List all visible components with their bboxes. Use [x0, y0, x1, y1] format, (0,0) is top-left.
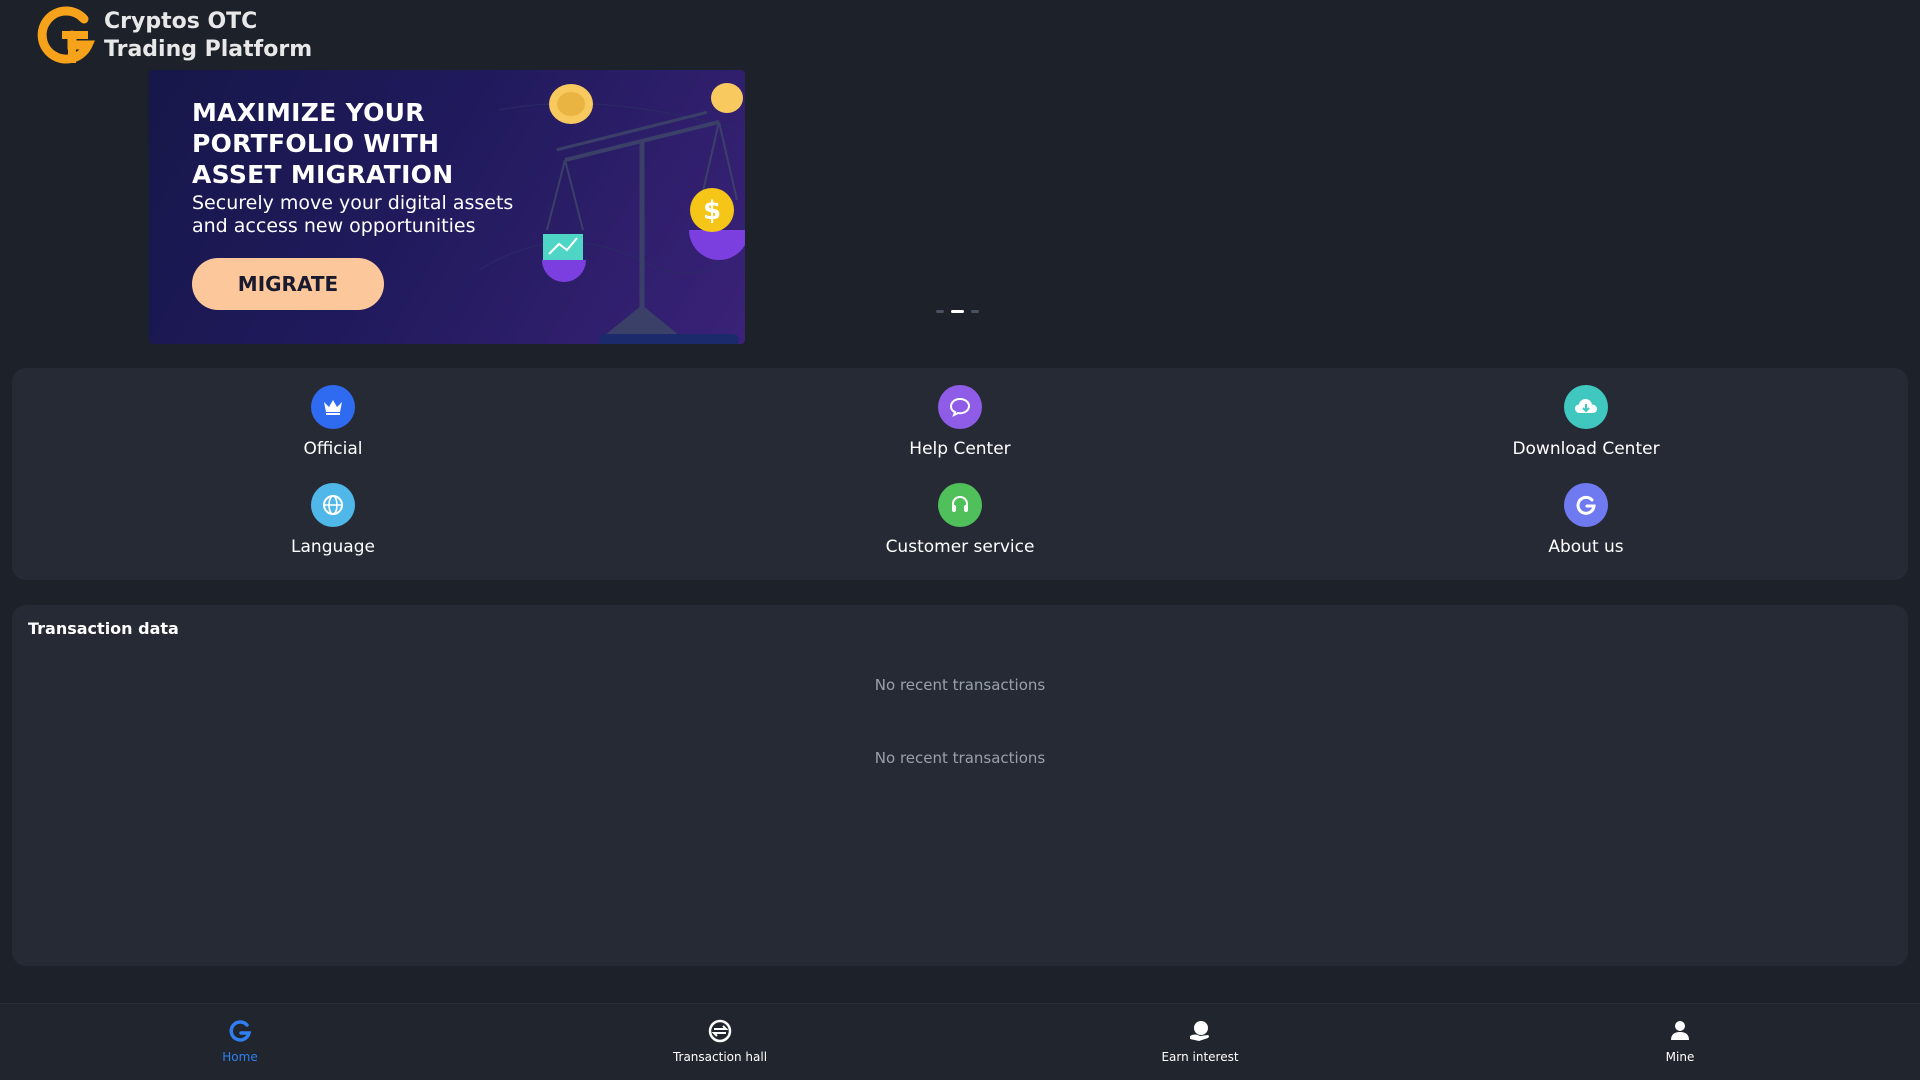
- carousel-indicator: [936, 310, 979, 313]
- banner-title: MAXIMIZE YOUR PORTFOLIO WITH ASSET MIGRA…: [192, 97, 453, 190]
- menu-label-official: Official: [303, 439, 363, 459]
- empty-state-message: No recent transactions: [874, 749, 1046, 767]
- earn-icon: [1190, 1021, 1209, 1041]
- brand-name-line1: Cryptos OTC: [104, 9, 258, 34]
- home-brand-icon: [229, 1020, 252, 1042]
- exchange-icon: [708, 1019, 732, 1043]
- banner-subtitle: Securely move your digital assets and ac…: [192, 192, 513, 238]
- cloud-download-icon: [1564, 385, 1608, 429]
- carousel-dot[interactable]: [936, 310, 944, 313]
- globe-icon: [311, 483, 355, 527]
- menu-item-download-center[interactable]: Download Center: [1436, 385, 1736, 459]
- menu-label-about-us: About us: [1548, 537, 1624, 557]
- menu-label-help-center: Help Center: [909, 439, 1011, 459]
- user-icon: [1671, 1021, 1689, 1040]
- banner-title-line2: PORTFOLIO WITH: [192, 129, 440, 158]
- nav-transaction-hall[interactable]: Transaction hall: [620, 1018, 820, 1064]
- nav-label-home: Home: [222, 1050, 258, 1064]
- menu-item-language[interactable]: Language: [183, 483, 483, 557]
- migrate-button[interactable]: MIGRATE: [192, 258, 384, 310]
- menu-item-official[interactable]: Official: [183, 385, 483, 459]
- nav-earn-interest[interactable]: Earn interest: [1100, 1018, 1300, 1064]
- transaction-data-title: Transaction data: [28, 619, 179, 638]
- nav-label-earn-interest: Earn interest: [1161, 1050, 1239, 1064]
- nav-label-transaction-hall: Transaction hall: [672, 1050, 768, 1064]
- banner-subtitle-line1: Securely move your digital assets: [192, 192, 514, 214]
- menu-item-customer-service[interactable]: Customer service: [810, 483, 1110, 557]
- bottom-navigation: Home Transaction hall Earn interest Mine: [0, 1003, 1920, 1080]
- menu-label-customer-service: Customer service: [885, 537, 1035, 557]
- menu-item-help-center[interactable]: Help Center: [810, 385, 1110, 459]
- brand-g-icon: [1564, 483, 1608, 527]
- brand-logo-icon[interactable]: [34, 5, 96, 67]
- balance-scale-illustration: $: [479, 83, 745, 344]
- brand-name: Cryptos OTC Trading Platform: [104, 8, 312, 64]
- quick-menu-panel: Official Help Center Download Center Lan…: [12, 368, 1908, 580]
- carousel-dot-active[interactable]: [951, 310, 964, 313]
- banner-title-line1: MAXIMIZE YOUR: [192, 98, 425, 127]
- transaction-data-panel: Transaction data No recent transactions …: [12, 605, 1908, 966]
- nav-mine[interactable]: Mine: [1580, 1018, 1780, 1064]
- dollar-symbol: $: [703, 196, 721, 226]
- nav-home[interactable]: Home: [140, 1018, 340, 1064]
- empty-state-message: No recent transactions: [874, 676, 1046, 694]
- banner-subtitle-line2: and access new opportunities: [192, 215, 476, 237]
- menu-label-download-center: Download Center: [1512, 439, 1660, 459]
- promo-banner[interactable]: MAXIMIZE YOUR PORTFOLIO WITH ASSET MIGRA…: [149, 70, 745, 344]
- chat-bubble-icon: [938, 385, 982, 429]
- brand-name-line2: Trading Platform: [104, 37, 313, 62]
- carousel-dot[interactable]: [971, 310, 979, 313]
- app-header: Cryptos OTC Trading Platform: [34, 4, 312, 68]
- banner-title-line3: ASSET MIGRATION: [192, 160, 454, 189]
- headset-icon: [938, 483, 982, 527]
- menu-label-language: Language: [291, 537, 375, 557]
- nav-label-mine: Mine: [1665, 1050, 1695, 1064]
- crown-icon: [311, 385, 355, 429]
- menu-item-about-us[interactable]: About us: [1436, 483, 1736, 557]
